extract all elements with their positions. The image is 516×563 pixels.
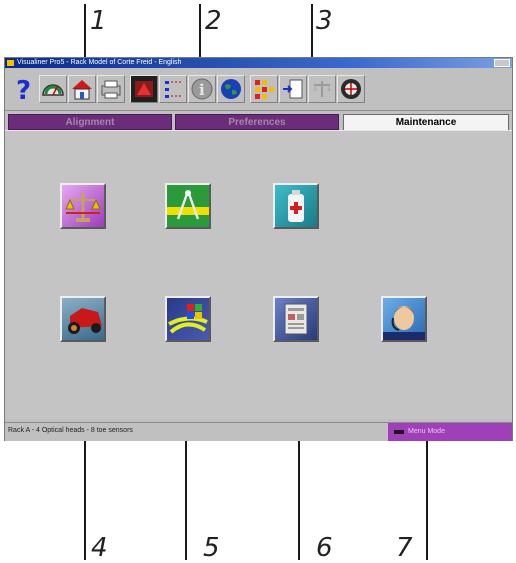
wheel-icon[interactable]: [337, 75, 365, 103]
status-mode-label: Menu Mode: [408, 428, 445, 435]
window-controls[interactable]: [494, 59, 510, 67]
document-icon[interactable]: [273, 296, 319, 342]
toolbar: ? i: [5, 68, 512, 111]
status-configuration: Rack A - 4 Optical heads - 8 toe sensors: [8, 427, 133, 434]
measurement-icon[interactable]: [159, 75, 187, 103]
callout-label-4: 4: [91, 533, 108, 563]
callout-label-5: 5: [203, 533, 220, 563]
maintenance-panel: [5, 130, 512, 419]
globe-icon[interactable]: [217, 75, 245, 103]
svg-text:?: ?: [16, 76, 31, 103]
tab-preferences[interactable]: Preferences: [175, 114, 339, 130]
app-logo-icon: [7, 60, 14, 66]
tab-maintenance[interactable]: Maintenance: [343, 114, 509, 131]
status-mode: Menu Mode: [388, 423, 512, 441]
application-window: Visualiner Pro5 - Rack Model of Corte Fr…: [4, 57, 513, 441]
windows-icon[interactable]: [165, 296, 211, 342]
callout-label-2: 2: [205, 6, 222, 36]
balance-icon[interactable]: [308, 75, 336, 103]
callout-label-6: 6: [316, 533, 333, 563]
status-bar: Rack A - 4 Optical heads - 8 toe sensors…: [5, 422, 512, 441]
speedometer-icon[interactable]: [39, 75, 67, 103]
vehicle-specs-icon[interactable]: [130, 75, 158, 103]
home-icon[interactable]: [68, 75, 96, 103]
callout-label-7: 7: [396, 533, 413, 563]
support-person-icon[interactable]: [381, 296, 427, 342]
window-title: Visualiner Pro5 - Rack Model of Corte Fr…: [17, 59, 182, 66]
callout-label-3: 3: [316, 6, 333, 36]
tab-bar: Alignment Preferences Maintenance: [5, 114, 512, 131]
car-icon[interactable]: [60, 296, 106, 342]
title-bar: Visualiner Pro5 - Rack Model of Corte Fr…: [5, 58, 512, 68]
compass-drafting-icon[interactable]: [165, 183, 211, 229]
key-icon: [394, 430, 404, 434]
first-aid-icon[interactable]: [273, 183, 319, 229]
scale-calibration-icon[interactable]: [60, 183, 106, 229]
help-icon[interactable]: ?: [11, 75, 39, 103]
tab-alignment[interactable]: Alignment: [8, 114, 172, 130]
sensors-icon[interactable]: [250, 75, 278, 103]
import-icon[interactable]: [279, 75, 307, 103]
info-icon[interactable]: i: [188, 75, 216, 103]
svg-text:i: i: [199, 81, 205, 99]
callout-label-1: 1: [90, 6, 107, 36]
printer-icon[interactable]: [97, 75, 125, 103]
